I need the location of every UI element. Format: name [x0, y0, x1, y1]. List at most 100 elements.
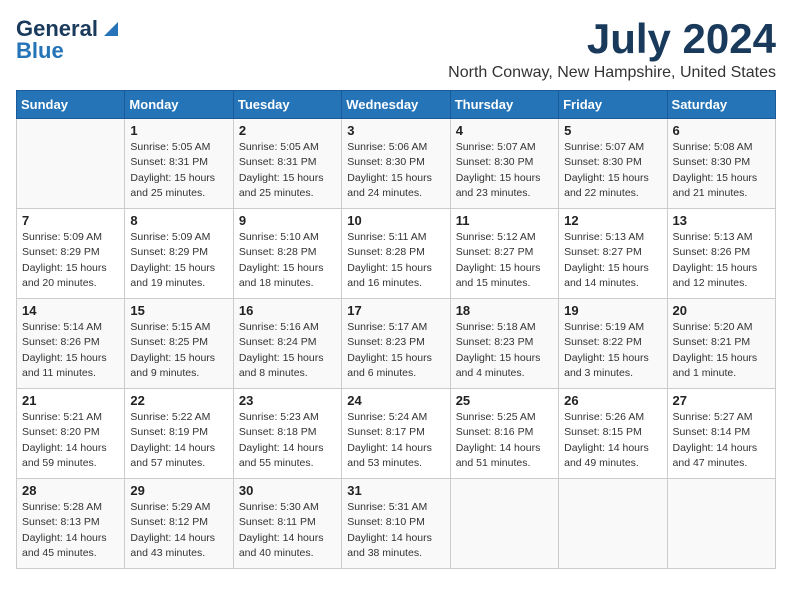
day-info: Sunrise: 5:10 AM Sunset: 8:28 PM Dayligh… — [239, 230, 336, 291]
day-info: Sunrise: 5:05 AM Sunset: 8:31 PM Dayligh… — [239, 140, 336, 201]
calendar-cell: 2Sunrise: 5:05 AM Sunset: 8:31 PM Daylig… — [233, 119, 341, 209]
calendar-cell: 16 Sunrise: 5:16 AM Sunset: 8:24 PM Dayli… — [233, 299, 341, 389]
day-info: Sunrise: 5:06 AM Sunset: 8:30 PM Dayligh… — [347, 140, 444, 201]
day-info: Sunrise: 5:07 AM Sunset: 8:30 PM Dayligh… — [456, 140, 553, 201]
weekday-header: Wednesday — [342, 91, 450, 119]
calendar-cell: 13 Sunrise: 5:13 AM Sunset: 8:26 PM Dayli… — [667, 209, 775, 299]
weekday-header: Sunday — [17, 91, 125, 119]
calendar-table: SundayMondayTuesdayWednesdayThursdayFrid… — [16, 90, 776, 569]
calendar-cell: 5 Sunrise: 5:07 AM Sunset: 8:30 PM Daylig… — [559, 119, 667, 209]
page-header: General Blue July 2024 North Conway, New… — [16, 16, 776, 82]
day-info: Sunrise: 5:11 AM Sunset: 8:28 PM Dayligh… — [347, 230, 444, 291]
calendar-week-row: 28Sunrise: 5:28 AM Sunset: 8:13 PM Dayli… — [17, 479, 776, 569]
calendar-cell — [450, 479, 558, 569]
weekday-header: Tuesday — [233, 91, 341, 119]
day-info: Sunrise: 5:09 AM Sunset: 8:29 PM Dayligh… — [130, 230, 227, 291]
calendar-cell: 9 Sunrise: 5:10 AM Sunset: 8:28 PM Daylig… — [233, 209, 341, 299]
calendar-cell: 27Sunrise: 5:27 AM Sunset: 8:14 PM Dayli… — [667, 389, 775, 479]
day-number: 24 — [347, 393, 444, 408]
day-info: Sunrise: 5:12 AM Sunset: 8:27 PM Dayligh… — [456, 230, 553, 291]
day-info: Sunrise: 5:19 AM Sunset: 8:22 PM Dayligh… — [564, 320, 661, 381]
day-number: 12 — [564, 213, 661, 228]
calendar-cell: 26 Sunrise: 5:26 AM Sunset: 8:15 PM Dayli… — [559, 389, 667, 479]
calendar-cell: 19 Sunrise: 5:19 AM Sunset: 8:22 PM Dayli… — [559, 299, 667, 389]
calendar-header: SundayMondayTuesdayWednesdayThursdayFrid… — [17, 91, 776, 119]
calendar-cell: 30Sunrise: 5:30 AM Sunset: 8:11 PM Dayli… — [233, 479, 341, 569]
day-info: Sunrise: 5:17 AM Sunset: 8:23 PM Dayligh… — [347, 320, 444, 381]
day-number: 1 — [130, 123, 227, 138]
calendar-cell — [559, 479, 667, 569]
day-info: Sunrise: 5:26 AM Sunset: 8:15 PM Dayligh… — [564, 410, 661, 471]
day-number: 14 — [22, 303, 119, 318]
day-info: Sunrise: 5:15 AM Sunset: 8:25 PM Dayligh… — [130, 320, 227, 381]
calendar-week-row: 14 Sunrise: 5:14 AM Sunset: 8:26 PM Dayli… — [17, 299, 776, 389]
day-number: 6 — [673, 123, 770, 138]
day-info: Sunrise: 5:09 AM Sunset: 8:29 PM Dayligh… — [22, 230, 119, 291]
day-number: 3 — [347, 123, 444, 138]
calendar-cell: 4 Sunrise: 5:07 AM Sunset: 8:30 PM Daylig… — [450, 119, 558, 209]
day-info: Sunrise: 5:24 AM Sunset: 8:17 PM Dayligh… — [347, 410, 444, 471]
day-number: 9 — [239, 213, 336, 228]
calendar-week-row: 21Sunrise: 5:21 AM Sunset: 8:20 PM Dayli… — [17, 389, 776, 479]
day-number: 30 — [239, 483, 336, 498]
calendar-cell: 3 Sunrise: 5:06 AM Sunset: 8:30 PM Daylig… — [342, 119, 450, 209]
day-number: 22 — [130, 393, 227, 408]
calendar-week-row: 7 Sunrise: 5:09 AM Sunset: 8:29 PM Daylig… — [17, 209, 776, 299]
logo-triangle-icon — [100, 18, 122, 40]
weekday-header: Saturday — [667, 91, 775, 119]
day-number: 5 — [564, 123, 661, 138]
day-number: 4 — [456, 123, 553, 138]
day-number: 13 — [673, 213, 770, 228]
calendar-cell — [17, 119, 125, 209]
calendar-cell: 21Sunrise: 5:21 AM Sunset: 8:20 PM Dayli… — [17, 389, 125, 479]
month-title: July 2024 — [448, 16, 776, 62]
day-info: Sunrise: 5:05 AM Sunset: 8:31 PM Dayligh… — [130, 140, 227, 201]
day-number: 25 — [456, 393, 553, 408]
calendar-cell: 10 Sunrise: 5:11 AM Sunset: 8:28 PM Dayli… — [342, 209, 450, 299]
day-number: 19 — [564, 303, 661, 318]
day-number: 15 — [130, 303, 227, 318]
location-title: North Conway, New Hampshire, United Stat… — [448, 64, 776, 82]
day-number: 18 — [456, 303, 553, 318]
day-info: Sunrise: 5:14 AM Sunset: 8:26 PM Dayligh… — [22, 320, 119, 381]
day-number: 8 — [130, 213, 227, 228]
day-info: Sunrise: 5:25 AM Sunset: 8:16 PM Dayligh… — [456, 410, 553, 471]
calendar-cell: 25 Sunrise: 5:25 AM Sunset: 8:16 PM Dayli… — [450, 389, 558, 479]
day-number: 27 — [673, 393, 770, 408]
day-number: 31 — [347, 483, 444, 498]
day-info: Sunrise: 5:13 AM Sunset: 8:27 PM Dayligh… — [564, 230, 661, 291]
calendar-cell: 31 Sunrise: 5:31 AM Sunset: 8:10 PM Dayli… — [342, 479, 450, 569]
calendar-cell: 17 Sunrise: 5:17 AM Sunset: 8:23 PM Dayli… — [342, 299, 450, 389]
title-area: July 2024 North Conway, New Hampshire, U… — [448, 16, 776, 82]
calendar-week-row: 1 Sunrise: 5:05 AM Sunset: 8:31 PM Daylig… — [17, 119, 776, 209]
day-number: 28 — [22, 483, 119, 498]
day-info: Sunrise: 5:20 AM Sunset: 8:21 PM Dayligh… — [673, 320, 770, 381]
calendar-body: 1 Sunrise: 5:05 AM Sunset: 8:31 PM Daylig… — [17, 119, 776, 569]
calendar-cell: 6 Sunrise: 5:08 AM Sunset: 8:30 PM Daylig… — [667, 119, 775, 209]
calendar-cell: 8 Sunrise: 5:09 AM Sunset: 8:29 PM Daylig… — [125, 209, 233, 299]
day-number: 17 — [347, 303, 444, 318]
calendar-cell: 7 Sunrise: 5:09 AM Sunset: 8:29 PM Daylig… — [17, 209, 125, 299]
day-info: Sunrise: 5:08 AM Sunset: 8:30 PM Dayligh… — [673, 140, 770, 201]
day-info: Sunrise: 5:07 AM Sunset: 8:30 PM Dayligh… — [564, 140, 661, 201]
day-info: Sunrise: 5:16 AM Sunset: 8:24 PM Dayligh… — [239, 320, 336, 381]
day-number: 10 — [347, 213, 444, 228]
weekday-header: Friday — [559, 91, 667, 119]
calendar-cell: 18 Sunrise: 5:18 AM Sunset: 8:23 PM Dayli… — [450, 299, 558, 389]
calendar-cell: 15 Sunrise: 5:15 AM Sunset: 8:25 PM Dayli… — [125, 299, 233, 389]
day-number: 20 — [673, 303, 770, 318]
day-info: Sunrise: 5:13 AM Sunset: 8:26 PM Dayligh… — [673, 230, 770, 291]
day-number: 7 — [22, 213, 119, 228]
day-number: 21 — [22, 393, 119, 408]
day-info: Sunrise: 5:29 AM Sunset: 8:12 PM Dayligh… — [130, 500, 227, 561]
weekday-header: Thursday — [450, 91, 558, 119]
calendar-cell: 23Sunrise: 5:23 AM Sunset: 8:18 PM Dayli… — [233, 389, 341, 479]
day-number: 16 — [239, 303, 336, 318]
day-info: Sunrise: 5:18 AM Sunset: 8:23 PM Dayligh… — [456, 320, 553, 381]
calendar-cell: 12 Sunrise: 5:13 AM Sunset: 8:27 PM Dayli… — [559, 209, 667, 299]
header-row: SundayMondayTuesdayWednesdayThursdayFrid… — [17, 91, 776, 119]
day-info: Sunrise: 5:31 AM Sunset: 8:10 PM Dayligh… — [347, 500, 444, 561]
day-number: 26 — [564, 393, 661, 408]
calendar-cell: 1 Sunrise: 5:05 AM Sunset: 8:31 PM Daylig… — [125, 119, 233, 209]
calendar-cell: 24 Sunrise: 5:24 AM Sunset: 8:17 PM Dayli… — [342, 389, 450, 479]
